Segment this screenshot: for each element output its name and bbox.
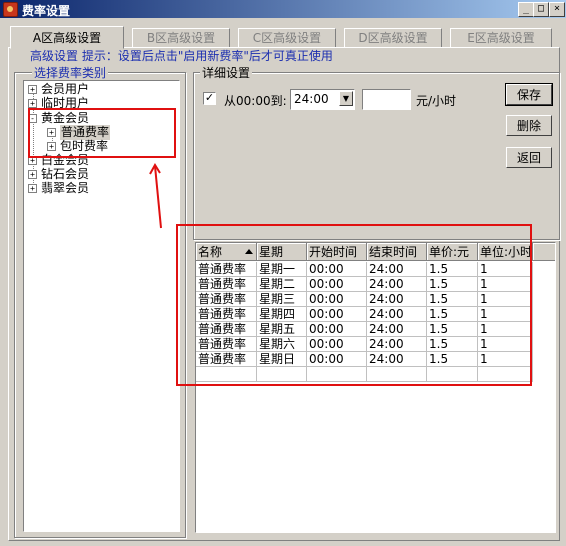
back-button[interactable]: 返回 xyxy=(506,147,552,168)
category-group-label: 选择费率类别 xyxy=(32,64,109,81)
tab-zone-c[interactable]: C区高级设置 xyxy=(238,28,336,48)
window-title: 费率设置 xyxy=(22,4,71,18)
expand-icon[interactable]: + xyxy=(28,85,37,94)
title-bar: 费率设置 _ □ × xyxy=(0,0,566,18)
rate-settings-window: 费率设置 _ □ × A区高级设置 B区高级设置 C区高级设置 D区高级设置 E… xyxy=(0,0,566,546)
annotation-box xyxy=(28,108,176,158)
hint-text: 高级设置 提示：设置后点击"启用新费率"后才可真正使用 xyxy=(30,49,333,63)
annotation-box xyxy=(176,224,532,386)
annotation-arrow-icon xyxy=(149,163,162,229)
tab-zone-e[interactable]: E区高级设置 xyxy=(450,28,552,48)
column-header-filler xyxy=(533,243,555,261)
price-input[interactable] xyxy=(362,89,411,110)
save-button[interactable]: 保存 xyxy=(505,83,553,106)
end-time-value: 24:00 xyxy=(294,92,329,106)
unit-label: 元/小时 xyxy=(416,94,457,108)
chevron-down-icon[interactable]: ▼ xyxy=(339,91,353,106)
tree-node-jade-member[interactable]: + 翡翠会员 xyxy=(28,181,89,196)
expand-icon[interactable]: + xyxy=(28,170,37,179)
tree-node-member-users[interactable]: + 会员用户 xyxy=(28,82,89,97)
tree-node-label: 会员用户 xyxy=(41,82,90,96)
from-time-label: 从00:00到: xyxy=(224,94,287,108)
zone-tabs: A区高级设置 B区高级设置 C区高级设置 D区高级设置 E区高级设置 xyxy=(8,26,558,49)
close-button[interactable]: × xyxy=(549,2,565,17)
delete-button[interactable]: 删除 xyxy=(506,115,552,136)
end-time-select[interactable]: 24:00 ▼ xyxy=(290,89,355,110)
tree-node-label: 翡翠会员 xyxy=(41,181,90,195)
enable-rate-checkbox[interactable]: ✓ xyxy=(203,92,216,105)
maximize-button[interactable]: □ xyxy=(533,2,549,17)
minimize-button[interactable]: _ xyxy=(518,2,534,17)
expand-icon[interactable]: + xyxy=(28,184,37,193)
expand-icon[interactable]: + xyxy=(28,99,37,108)
tab-zone-d[interactable]: D区高级设置 xyxy=(344,28,442,48)
detail-group-label: 详细设置 xyxy=(200,64,253,81)
tree-node-label: 钻石会员 xyxy=(41,167,90,181)
tab-zone-b[interactable]: B区高级设置 xyxy=(132,28,230,48)
app-icon xyxy=(3,2,18,17)
tree-node-diamond-member[interactable]: + 钻石会员 xyxy=(28,167,89,182)
tab-zone-a[interactable]: A区高级设置 xyxy=(10,26,124,49)
